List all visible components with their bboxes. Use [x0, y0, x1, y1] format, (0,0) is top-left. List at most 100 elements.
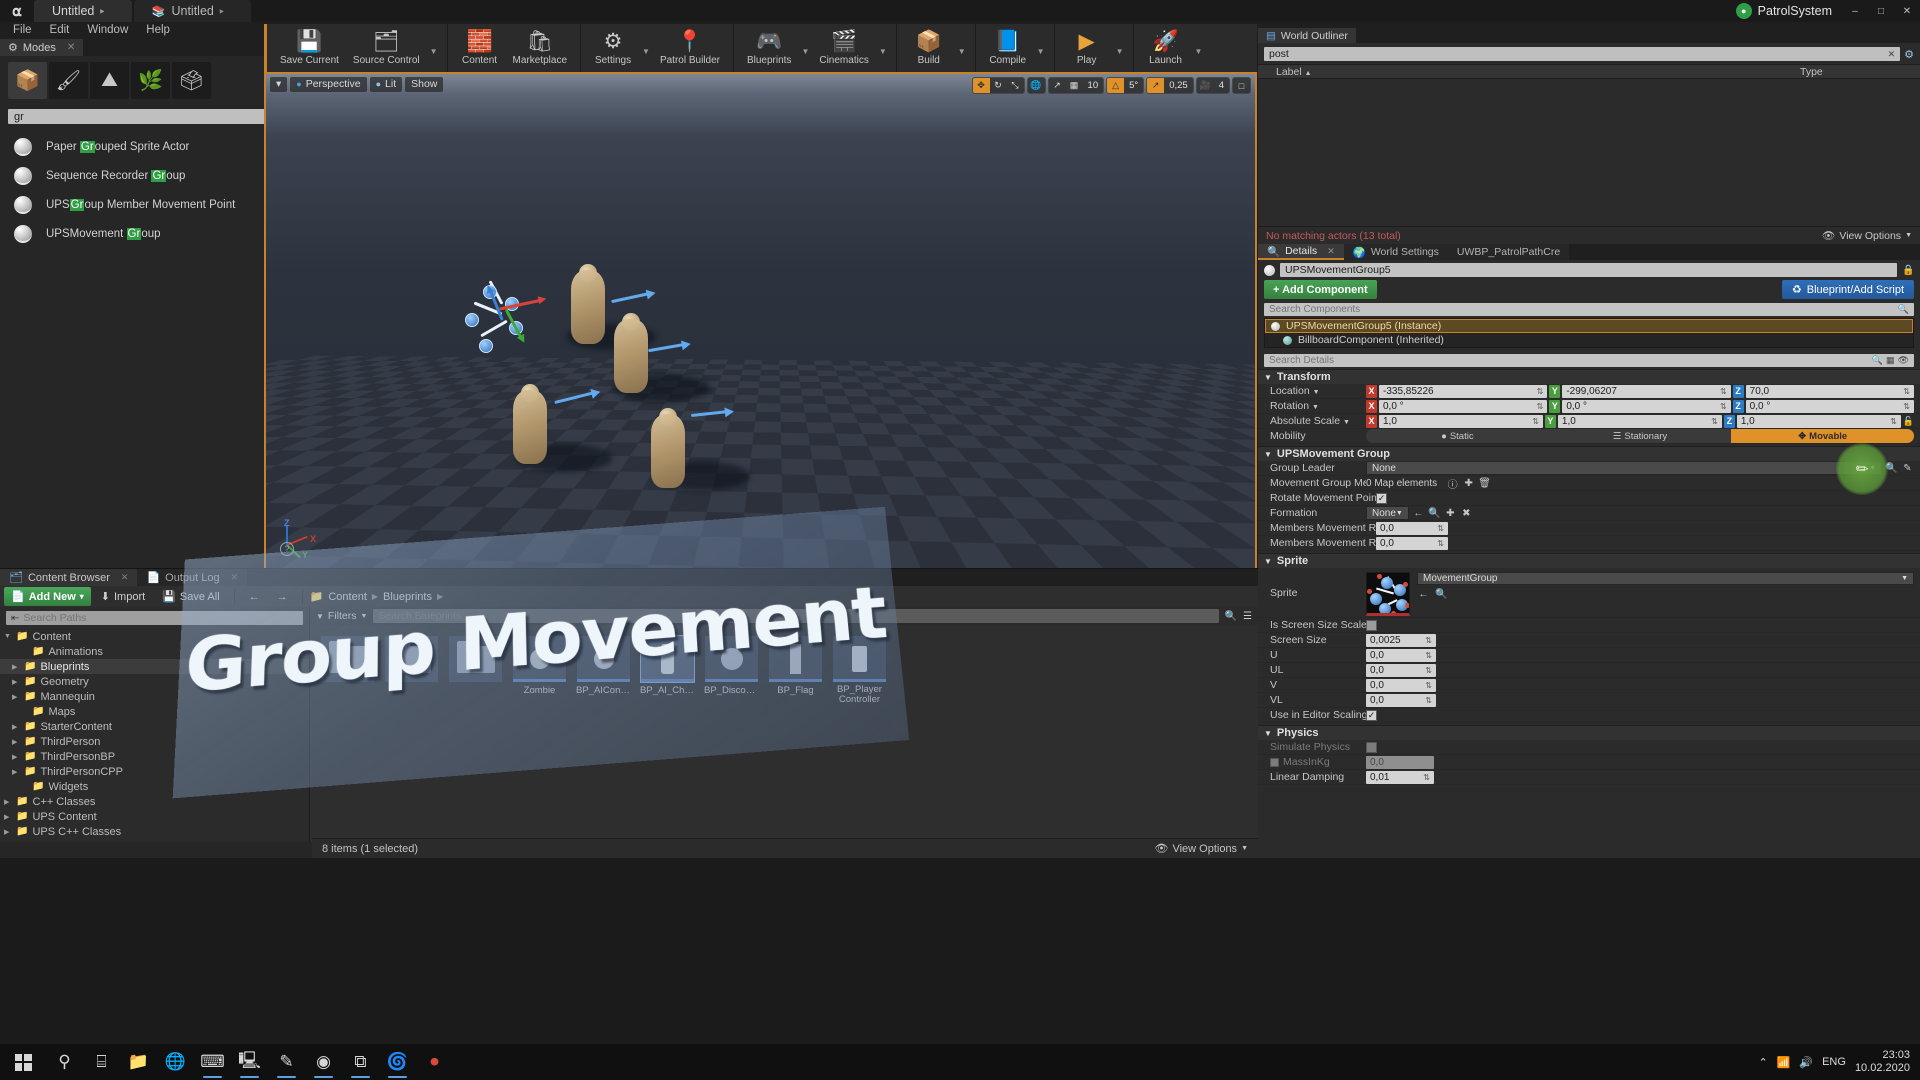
asset-search-box[interactable] — [373, 609, 1219, 623]
details-search-input[interactable] — [1269, 355, 1869, 366]
angle-snap-value[interactable]: 5° — [1124, 78, 1143, 93]
u-field[interactable]: 0,0 ⇅ — [1366, 648, 1436, 662]
close-icon[interactable]: ✕ — [121, 572, 129, 583]
tab-details[interactable]: 🔍 Details ✕ — [1258, 244, 1344, 260]
location-y-field[interactable]: -299,06207 ⇅ — [1562, 384, 1731, 398]
network-icon[interactable]: 📶 — [1777, 1056, 1791, 1069]
terminal-icon[interactable]: ⌨ — [194, 1044, 231, 1080]
linear-damping-field[interactable]: 0,01 ⇅ — [1366, 770, 1434, 784]
path-search-box[interactable]: ⇤ — [6, 611, 303, 625]
build-button[interactable]: 📦 Build — [903, 25, 955, 71]
sprite-asset-dropdown[interactable]: MovementGroup ▼ — [1417, 572, 1914, 585]
grid-view-icon[interactable]: ▦ — [1886, 355, 1895, 366]
translate-gizmo-button[interactable]: ✥ — [972, 78, 990, 93]
edit-icon[interactable]: ✎ — [1901, 462, 1914, 475]
asset-tile[interactable]: BP_AIController — [576, 635, 631, 705]
calc-icon[interactable]: 🖳 — [231, 1044, 268, 1080]
clear-icon[interactable]: ✕ — [1888, 49, 1896, 60]
asset-tile[interactable] — [320, 635, 375, 705]
members-reaction-field-1[interactable]: 0,0 ⇅ — [1376, 521, 1448, 535]
scale-gizmo-button[interactable]: ⤡ — [1007, 78, 1024, 93]
breadcrumb-content[interactable]: Content — [328, 591, 367, 603]
location-z-field[interactable]: 70,0 ⇅ — [1745, 384, 1914, 398]
tree-item-maps[interactable]: 📁 Maps — [0, 704, 309, 719]
outliner-settings-icon[interactable]: ⚙ — [1904, 48, 1914, 61]
delete-icon[interactable]: 🗑 — [1478, 477, 1491, 490]
column-type[interactable]: Type — [1800, 66, 1920, 78]
group-leader-dropdown[interactable]: None▼ — [1366, 461, 1882, 475]
save-all-button[interactable]: 💾 Save All — [155, 587, 226, 606]
sprite-thumbnail[interactable] — [1366, 572, 1410, 616]
tree-item-thirdpersonbp[interactable]: ▶ 📁 ThirdPersonBP — [0, 749, 309, 764]
close-icon[interactable]: ✕ — [231, 572, 239, 583]
rotation-y-field[interactable]: 0,0 ° ⇅ — [1562, 399, 1731, 413]
play-button[interactable]: ▶ Play — [1061, 25, 1113, 71]
camera-speed-icon[interactable]: 🎥 — [1197, 78, 1214, 93]
launch-button[interactable]: 🚀 Launch — [1140, 25, 1192, 71]
vl-field[interactable]: 0,0 ⇅ — [1366, 693, 1436, 707]
actor-name-field[interactable]: UPSMovementGroup5 — [1280, 263, 1897, 277]
eye-icon[interactable]: 👁 — [1898, 355, 1909, 366]
task-view-icon[interactable]: ⌸ — [83, 1044, 120, 1080]
angle-snap-icon[interactable]: △ — [1107, 78, 1125, 93]
tree-item-ups-content[interactable]: ▶ 📁 UPS Content — [0, 809, 309, 824]
tree-item-content[interactable]: ▼ 📁 Content — [0, 629, 309, 644]
location-x-field[interactable]: -335,85226 ⇅ — [1379, 384, 1548, 398]
start-button[interactable] — [0, 1044, 46, 1080]
compile-button[interactable]: 📘 Compile — [982, 25, 1034, 71]
components-search-input[interactable] — [1269, 304, 1898, 315]
maximize-button[interactable]: □ — [1868, 0, 1894, 22]
chrome-icon[interactable]: ◉ — [305, 1044, 342, 1080]
unreal-icon[interactable]: 🌀 — [379, 1044, 416, 1080]
scale-z-field[interactable]: 1,0 ⇅ — [1736, 414, 1901, 428]
maximize-viewport-icon[interactable]: □ — [1233, 78, 1250, 93]
character-actor[interactable] — [571, 264, 605, 344]
close-button[interactable]: ✕ — [1894, 0, 1920, 22]
rotation-x-field[interactable]: 0,0 ° ⇅ — [1379, 399, 1548, 413]
volume-icon[interactable]: 🔊 — [1799, 1056, 1813, 1069]
rotate-gizmo-button[interactable]: ↻ — [990, 78, 1007, 93]
window-tab-editor[interactable]: 📚 Untitled ‣ — [133, 0, 252, 22]
record-icon[interactable]: ⏺ — [416, 1044, 453, 1080]
menu-help[interactable]: Help — [137, 22, 179, 39]
character-actor[interactable] — [513, 384, 547, 464]
patrol-builder-button[interactable]: 📍 Patrol Builder — [653, 25, 727, 71]
details-search-box[interactable]: 🔍 ▦ 👁 — [1264, 354, 1914, 367]
tree-item-thirdperson[interactable]: ▶ 📁 ThirdPerson — [0, 734, 309, 749]
scale-lock-icon[interactable]: 🔓 — [1903, 416, 1914, 427]
section-physics[interactable]: ▼ Physics — [1258, 725, 1920, 740]
browse-icon[interactable]: 🔍 — [1435, 588, 1448, 601]
outliner-view-options[interactable]: 👁 View Options ▼ — [1822, 229, 1912, 243]
rotate-points-checkbox[interactable]: ✓ — [1376, 492, 1387, 504]
outliner-list[interactable] — [1258, 79, 1920, 226]
cinematics-button[interactable]: 🎬 Cinematics — [812, 25, 875, 71]
place-mode-button[interactable]: 📦 — [8, 62, 47, 99]
grid-snap-value[interactable]: 10 — [1083, 78, 1104, 93]
column-label[interactable]: Label ▲ — [1258, 66, 1800, 78]
component-row-root[interactable]: UPSMovementGroup5 (Instance) — [1265, 319, 1913, 333]
chevron-down-icon[interactable]: ▼ — [639, 47, 653, 56]
import-button[interactable]: ⬇ Import — [94, 587, 152, 606]
section-movement-group[interactable]: ▼ UPSMovement Group — [1258, 446, 1920, 461]
chevron-down-icon[interactable]: ▼ — [798, 47, 812, 56]
tree-item-cpp-classes[interactable]: ▶ 📁 C++ Classes — [0, 794, 309, 809]
formation-dropdown[interactable]: None ▼ — [1366, 506, 1409, 520]
asset-tile[interactable]: BP_Flag — [768, 635, 823, 705]
clock[interactable]: 23:03 10.02.2020 — [1855, 1049, 1910, 1075]
viewport-perspective-button[interactable]: ● Perspective — [290, 76, 367, 92]
browse-icon[interactable]: 🔍 — [1428, 507, 1441, 520]
search-icon[interactable]: 🔍 — [1225, 611, 1237, 622]
chevron-up-icon[interactable]: ⌃ — [1758, 1056, 1767, 1069]
scale-x-field[interactable]: 1,0 ⇅ — [1379, 414, 1543, 428]
nav-forward-button[interactable]: → — [270, 587, 295, 606]
chevron-down-icon[interactable]: ▼ — [1113, 47, 1127, 56]
grid-snap-icon[interactable]: ▦ — [1066, 78, 1083, 93]
foliage-mode-button[interactable]: 🌿 — [131, 62, 170, 99]
level-viewport[interactable]: ▾ ● Perspective ● Lit Show ✥ ↻ ⤡ 🌐 ↗ ▦ 1… — [264, 72, 1257, 570]
collapse-icon[interactable]: ⇤ — [11, 613, 19, 624]
section-transform[interactable]: ▼ Transform — [1258, 369, 1920, 384]
landscape-mode-button[interactable]: ⛰ — [90, 62, 129, 99]
tab-world-outliner[interactable]: ▤ World Outliner — [1258, 28, 1356, 43]
members-reaction-field-2[interactable]: 0,0 ⇅ — [1376, 536, 1448, 550]
tree-item-geometry[interactable]: ▶ 📁 Geometry — [0, 674, 309, 689]
